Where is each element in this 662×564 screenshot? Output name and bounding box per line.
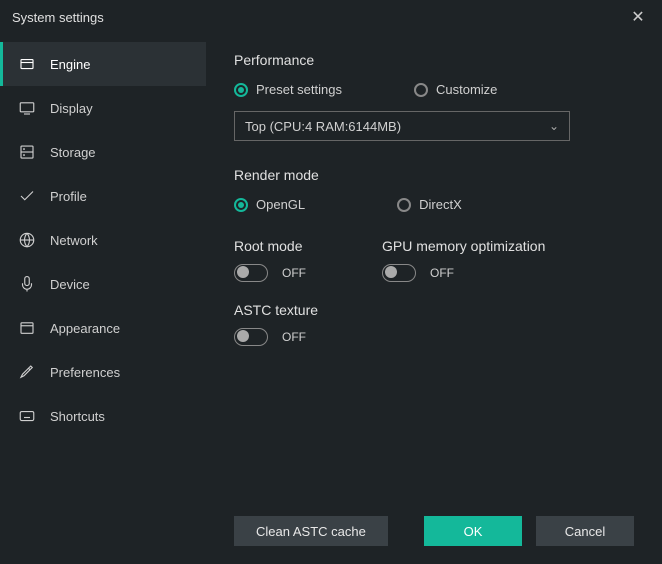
astc-texture-toggle[interactable] (234, 328, 268, 346)
root-mode-toggle[interactable] (234, 264, 268, 282)
sidebar-item-profile[interactable]: Profile (0, 174, 206, 218)
close-button[interactable]: ✕ (626, 5, 650, 29)
performance-radio-row: Preset settings Customize (234, 82, 634, 97)
sidebar-item-storage[interactable]: Storage (0, 130, 206, 174)
radio-label: Customize (436, 82, 497, 97)
engine-icon (18, 55, 36, 73)
sidebar-item-label: Engine (50, 57, 90, 72)
gpu-optimization-toggle[interactable] (382, 264, 416, 282)
radio-circle-icon (397, 198, 411, 212)
sidebar-item-label: Profile (50, 189, 87, 204)
preferences-icon (18, 363, 36, 381)
astc-texture-title: ASTC texture (234, 302, 634, 318)
device-icon (18, 275, 36, 293)
content-panel: Performance Preset settings Customize To… (206, 34, 662, 564)
sidebar-item-network[interactable]: Network (0, 218, 206, 262)
footer: Clean ASTC cache OK Cancel (234, 500, 634, 564)
radio-circle-icon (234, 83, 248, 97)
appearance-icon (18, 319, 36, 337)
sidebar-item-label: Storage (50, 145, 96, 160)
sidebar-item-display[interactable]: Display (0, 86, 206, 130)
radio-customize[interactable]: Customize (414, 82, 497, 97)
toggle-knob-icon (385, 266, 397, 278)
profile-icon (18, 187, 36, 205)
clean-astc-button[interactable]: Clean ASTC cache (234, 516, 388, 546)
astc-texture-state: OFF (282, 330, 306, 344)
sidebar-item-label: Shortcuts (50, 409, 105, 424)
performance-preset-dropdown[interactable]: Top (CPU:4 RAM:6144MB) ⌄ (234, 111, 570, 141)
render-title: Render mode (234, 167, 634, 183)
sidebar-item-label: Device (50, 277, 90, 292)
render-radio-row: OpenGL DirectX (234, 197, 634, 212)
display-icon (18, 99, 36, 117)
sidebar-item-preferences[interactable]: Preferences (0, 350, 206, 394)
radio-directx[interactable]: DirectX (397, 197, 462, 212)
sidebar-item-shortcuts[interactable]: Shortcuts (0, 394, 206, 438)
cancel-button[interactable]: Cancel (536, 516, 634, 546)
radio-circle-icon (414, 83, 428, 97)
network-icon (18, 231, 36, 249)
chevron-down-icon: ⌄ (549, 119, 559, 133)
radio-label: DirectX (419, 197, 462, 212)
gpu-optimization-state: OFF (430, 266, 454, 280)
root-mode-state: OFF (282, 266, 306, 280)
shortcuts-icon (18, 407, 36, 425)
window-title: System settings (12, 10, 104, 25)
ok-button[interactable]: OK (424, 516, 522, 546)
dropdown-value: Top (CPU:4 RAM:6144MB) (245, 119, 401, 134)
close-icon: ✕ (631, 7, 644, 27)
radio-circle-icon (234, 198, 248, 212)
toggle-knob-icon (237, 266, 249, 278)
radio-label: Preset settings (256, 82, 342, 97)
sidebar: Engine Display Storage Profile Network D… (0, 34, 206, 564)
root-mode-title: Root mode (234, 238, 306, 254)
sidebar-item-label: Preferences (50, 365, 120, 380)
toggle-knob-icon (237, 330, 249, 342)
sidebar-item-label: Appearance (50, 321, 120, 336)
performance-title: Performance (234, 52, 634, 68)
gpu-optimization-title: GPU memory optimization (382, 238, 545, 254)
sidebar-item-label: Network (50, 233, 98, 248)
sidebar-item-engine[interactable]: Engine (0, 42, 206, 86)
radio-opengl[interactable]: OpenGL (234, 197, 305, 212)
sidebar-item-label: Display (50, 101, 93, 116)
sidebar-item-device[interactable]: Device (0, 262, 206, 306)
sidebar-item-appearance[interactable]: Appearance (0, 306, 206, 350)
radio-label: OpenGL (256, 197, 305, 212)
titlebar: System settings ✕ (0, 0, 662, 34)
storage-icon (18, 143, 36, 161)
radio-preset[interactable]: Preset settings (234, 82, 342, 97)
